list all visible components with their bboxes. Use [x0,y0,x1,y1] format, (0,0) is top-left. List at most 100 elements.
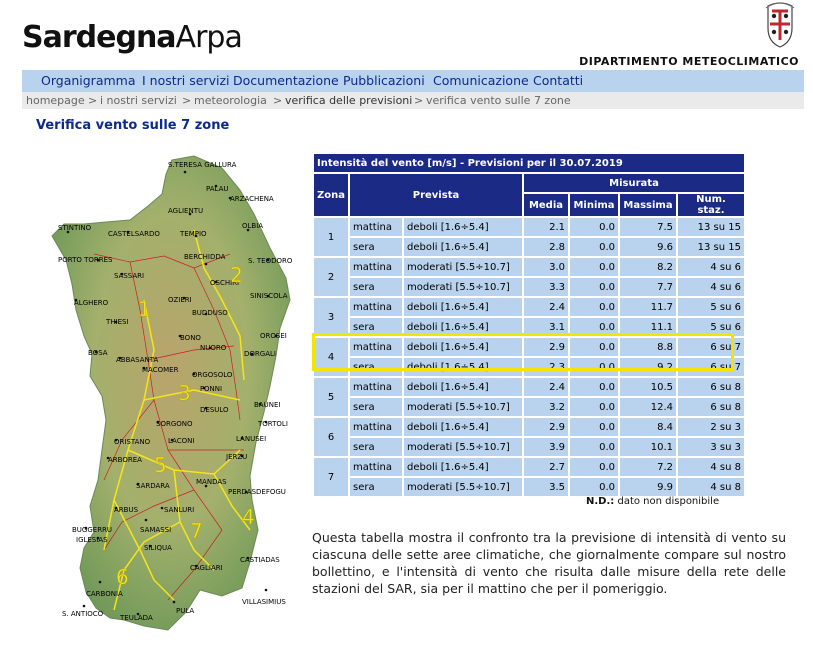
media-cell: 2.4 [524,378,568,396]
minima-cell: 0.0 [570,458,618,476]
map-place-label: STINTINO [58,224,92,232]
media-cell: 3.5 [524,478,568,496]
note-nd: N.D.: [586,496,615,507]
massima-cell: 12.4 [620,398,676,416]
time-cell: mattina [350,378,402,396]
massima-cell: 10.1 [620,438,676,456]
forecast-cell: deboli [1.6÷5.4] [404,458,522,476]
stations-cell: 2 su 3 [678,418,744,436]
massima-cell: 7.5 [620,218,676,236]
map-place-label: ARBOREA [108,456,142,464]
media-cell: 3.9 [524,438,568,456]
table-row: 3 mattina deboli [1.6÷5.4] 2.4 0.0 11.7 5 su 6 [314,298,744,336]
site-logo[interactable]: SardegnaArpa [22,20,243,55]
time-cell: mattina [350,418,402,436]
map-place-label: FONNI [200,385,222,393]
map-place-label: CASTIADAS [240,556,280,564]
map-place-label: BONO [180,334,201,342]
note-text: dato non disponibile [617,496,720,507]
highlight-zone-4 [312,333,734,371]
zone-cell: 1 [314,218,348,256]
table-row: 7 mattina deboli [1.6÷5.4] 2.7 0.0 7.2 4 su 8 [314,458,744,496]
map-place-label: JERZU [225,453,247,461]
nav-documentazione[interactable]: Documentazione [233,73,339,88]
map-place-label: SORGONO [156,420,193,428]
stations-cell: 4 su 6 [678,258,744,276]
table-row: sera moderati [5.5÷10.7] 3.9 0.0 10.1 3 su 3 [314,438,744,456]
forecast-cell: deboli [1.6÷5.4] [404,218,522,236]
zone-5-label: 5 [154,453,167,477]
nav-servizi[interactable]: I nostri servizi [142,73,229,88]
map-place-label: BOSA [88,349,108,357]
wind-verification-table: Intensità del vento [m/s] - Previsioni p… [312,152,746,498]
zone-2-label: 2 [230,263,243,287]
map-place-label: DESULO [200,406,229,414]
header: SardegnaArpa DIPARTIMENTO METEOCLIMATICO [0,0,813,70]
map-place-label: ORGOSOLO [192,371,233,379]
minima-cell: 0.0 [570,418,618,436]
massima-cell: 11.7 [620,298,676,316]
media-cell: 2.9 [524,418,568,436]
minima-cell: 0.0 [570,478,618,496]
map-place-label: SARDARA [136,482,170,490]
minima-cell: 0.0 [570,238,618,256]
breadcrumb-meteorologia[interactable]: meteorologia [194,94,267,107]
map-place-label: TORTOLI [257,420,288,428]
nav-contatti[interactable]: Contatti [533,73,583,88]
zone-cell: 7 [314,458,348,496]
table-row: sera moderati [5.5÷10.7] 3.3 0.0 7.7 4 su 6 [314,278,744,296]
main-nav: Organigramma I nostri servizi Documentaz… [22,70,804,92]
map-place-label: ORISTANO [114,438,151,446]
col-header-zona: Zona [314,174,348,216]
map-place-label: SANLURI [164,506,194,514]
sardinia-coat-of-arms-icon [762,2,798,48]
map-place-label: BUDDUSO [192,309,228,317]
forecast-cell: moderati [5.5÷10.7] [404,438,522,456]
minima-cell: 0.0 [570,378,618,396]
massima-cell: 8.4 [620,418,676,436]
map-place-label: NUORO [200,344,227,352]
nav-pubblicazioni[interactable]: Pubblicazioni [343,73,425,88]
stations-cell: 13 su 15 [678,218,744,236]
map-place-label: BERCHIDDA [184,253,226,261]
map-place-label: PULA [176,607,194,615]
time-cell: sera [350,238,402,256]
breadcrumb-sep: > [414,94,424,107]
col-header-num-staz: Num. staz. [678,194,744,216]
map-place-label: AGLIENTU [168,207,203,215]
time-cell: sera [350,278,402,296]
col-header-misurata: Misurata [524,174,744,192]
zone-cell: 5 [314,378,348,416]
map-place-label: PERDASDEFOGU [228,488,286,496]
page-title: Verifica vento sulle 7 zone [36,118,230,133]
breadcrumb-homepage[interactable]: homepage [26,94,85,107]
forecast-cell: moderati [5.5÷10.7] [404,398,522,416]
media-cell: 2.1 [524,218,568,236]
map-place-label: CARBONIA [86,590,123,598]
map-place-label: S. ANTIOCO [62,610,104,618]
massima-cell: 8.2 [620,258,676,276]
department-label: DIPARTIMENTO METEOCLIMATICO [579,55,799,68]
table-caption: Intensità del vento [m/s] - Previsioni p… [314,154,744,172]
media-cell: 2.4 [524,298,568,316]
map-place-label: OZIERI [168,296,192,304]
stations-cell: 4 su 6 [678,278,744,296]
zone-cell: 3 [314,298,348,336]
breadcrumb-verifica[interactable]: verifica delle previsioni [285,94,412,107]
map-place-label: IGLESIAS [76,536,108,544]
massima-cell: 9.9 [620,478,676,496]
map-place-label: ARBUS [114,506,139,514]
forecast-cell: deboli [1.6÷5.4] [404,378,522,396]
map-place-label: ALGHERO [74,299,109,307]
forecast-cell: deboli [1.6÷5.4] [404,418,522,436]
minima-cell: 0.0 [570,218,618,236]
breadcrumb-sep: > [88,94,98,107]
nav-organigramma[interactable]: Organigramma [41,73,136,88]
breadcrumb-servizi[interactable]: i nostri servizi [100,94,177,107]
stations-cell: 6 su 8 [678,378,744,396]
map-place-label: SASSARI [114,272,144,280]
massima-cell: 7.2 [620,458,676,476]
time-cell: sera [350,398,402,416]
map-place-label: LACONI [168,437,194,445]
nav-comunicazione[interactable]: Comunicazione [433,73,529,88]
